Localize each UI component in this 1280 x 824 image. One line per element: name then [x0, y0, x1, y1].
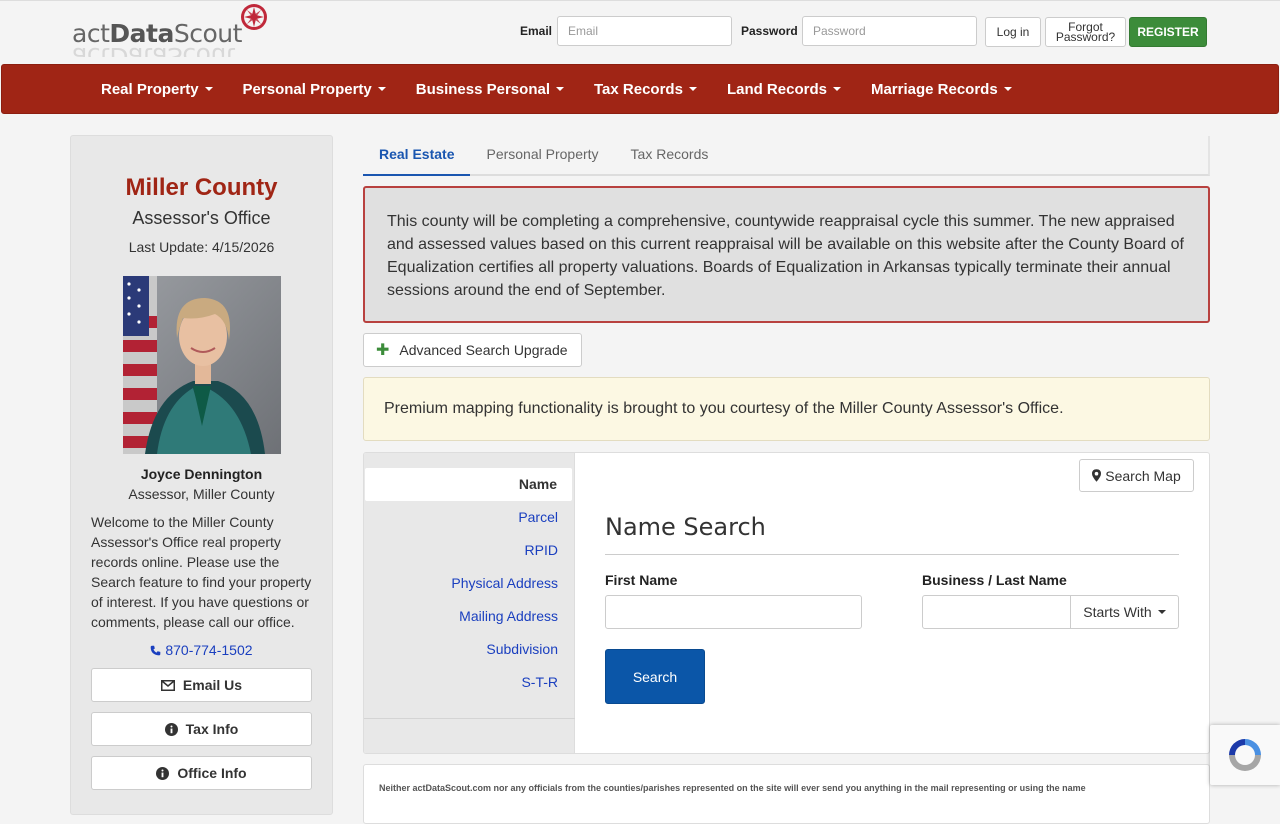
- advanced-search-upgrade-button[interactable]: ✚ Advanced Search Upgrade: [363, 333, 582, 367]
- first-name-label: First Name: [605, 572, 678, 588]
- tab-tax-records[interactable]: Tax Records: [615, 136, 725, 176]
- tab-real-estate[interactable]: Real Estate: [363, 136, 471, 176]
- search-option-physical-address[interactable]: Physical Address: [451, 575, 558, 591]
- nav-real-property[interactable]: Real Property: [101, 81, 213, 98]
- county-sidebar: Miller County Assessor's Office Last Upd…: [70, 135, 333, 815]
- email-us-button[interactable]: Email Us: [91, 668, 312, 702]
- site-logo[interactable]: actDataScout actDataScout: [72, 3, 272, 61]
- recaptcha-badge[interactable]: [1210, 725, 1280, 785]
- email-us-label: Email Us: [182, 677, 243, 693]
- nav-marriage-records[interactable]: Marriage Records: [871, 81, 1012, 98]
- email-label: Email: [520, 24, 553, 38]
- login-form: Email Password Log in Forgot Password? R…: [520, 16, 1210, 47]
- match-mode-value: Starts With: [1083, 604, 1152, 620]
- last-name-input[interactable]: [922, 595, 1072, 629]
- premium-mapping-notice: Premium mapping functionality is brought…: [363, 377, 1210, 441]
- office-info-button[interactable]: Office Info: [91, 756, 312, 790]
- assessor-name: Joyce Dennington: [140, 466, 263, 482]
- envelope-icon: [160, 679, 175, 691]
- caret-down-icon: [204, 87, 213, 91]
- office-info-label: Office Info: [177, 765, 247, 781]
- search-option-mailing-address[interactable]: Mailing Address: [459, 608, 558, 624]
- forgot-password-button[interactable]: Forgot Password?: [1045, 17, 1126, 47]
- search-map-button[interactable]: Search Map: [1079, 459, 1194, 492]
- password-input[interactable]: [802, 16, 977, 46]
- list-divider: [364, 718, 575, 719]
- nav-personal-property[interactable]: Personal Property: [243, 81, 386, 98]
- register-button[interactable]: REGISTER: [1129, 17, 1207, 47]
- search-option-rpid[interactable]: RPID: [525, 542, 558, 558]
- search-option-str[interactable]: S-T-R: [521, 674, 558, 690]
- search-title: Name Search: [605, 513, 766, 541]
- tax-info-label: Tax Info: [185, 721, 239, 737]
- info-icon: [164, 722, 178, 736]
- nav-tax-records[interactable]: Tax Records: [594, 81, 697, 98]
- search-panel: Name Parcel RPID Physical Address Mailin…: [363, 452, 1210, 754]
- last-name-label: Business / Last Name: [922, 572, 1067, 588]
- office-name: Assessor's Office: [132, 208, 271, 228]
- email-input[interactable]: [557, 16, 732, 46]
- caret-down-icon: [1003, 87, 1012, 91]
- caret-down-icon: [1157, 610, 1166, 614]
- map-marker-icon: [1092, 469, 1102, 482]
- title-divider: [605, 554, 1179, 555]
- phone-number: 870-774-1502: [165, 642, 253, 658]
- phone-icon: [151, 645, 161, 656]
- logo-mark-icon: [241, 4, 267, 30]
- search-type-list: Name Parcel RPID Physical Address Mailin…: [364, 453, 575, 753]
- phone-link[interactable]: 870-774-1502: [71, 642, 332, 658]
- first-name-input[interactable]: [605, 595, 862, 629]
- caret-down-icon: [556, 87, 564, 91]
- tab-personal-property[interactable]: Personal Property: [470, 136, 614, 176]
- forgot-line-2: Password?: [1055, 30, 1116, 44]
- nav-business-personal[interactable]: Business Personal: [416, 81, 564, 98]
- assessor-photo: [122, 276, 281, 454]
- password-label: Password: [741, 24, 798, 38]
- caret-down-icon: [832, 87, 841, 91]
- advanced-search-label: Advanced Search Upgrade: [399, 342, 568, 358]
- recaptcha-icon: [1229, 739, 1261, 771]
- logo-reflection: actDataScout: [72, 43, 247, 57]
- reappraisal-alert: This county will be completing a compreh…: [363, 186, 1210, 323]
- last-update: Last Update: 4/15/2026: [128, 239, 275, 255]
- login-button[interactable]: Log in: [985, 17, 1041, 47]
- tax-info-button[interactable]: Tax Info: [91, 712, 312, 746]
- caret-down-icon: [688, 87, 697, 91]
- search-option-subdivision[interactable]: Subdivision: [486, 641, 558, 657]
- main-nav: Real Property Personal Property Business…: [1, 64, 1279, 114]
- plus-icon: ✚: [376, 342, 390, 359]
- search-map-label: Search Map: [1105, 467, 1181, 484]
- record-tabs: Real Estate Personal Property Tax Record…: [363, 136, 1210, 176]
- disclaimer-text: Neither actDataScout.com nor any officia…: [363, 764, 1210, 824]
- nav-land-records[interactable]: Land Records: [727, 81, 841, 98]
- county-name: Miller County: [125, 174, 278, 201]
- search-option-name[interactable]: Name: [365, 468, 572, 501]
- search-option-parcel[interactable]: Parcel: [518, 509, 558, 525]
- info-icon: [156, 766, 170, 780]
- search-button[interactable]: Search: [605, 649, 705, 704]
- caret-down-icon: [377, 87, 386, 91]
- welcome-text: Welcome to the Miller County Assessor's …: [91, 514, 312, 630]
- match-mode-dropdown[interactable]: Starts With: [1070, 595, 1179, 629]
- top-header: actDataScout actDataScout Email Password…: [0, 0, 1280, 64]
- assessor-title: Assessor, Miller County: [128, 486, 275, 502]
- assessor-portrait-image: [122, 276, 281, 454]
